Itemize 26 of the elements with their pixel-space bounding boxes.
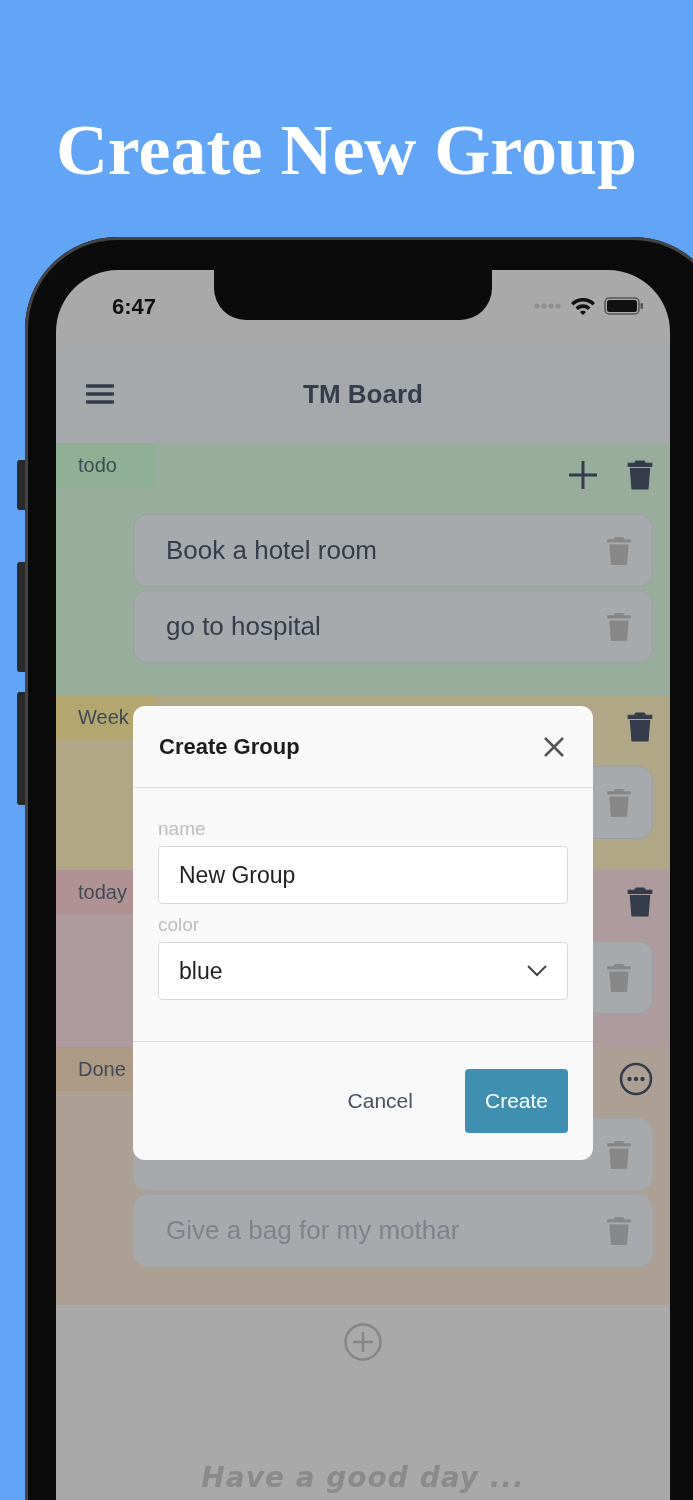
trash-icon[interactable] bbox=[627, 887, 653, 917]
task-card[interactable]: Book a hotel room bbox=[133, 514, 653, 587]
field-label: name bbox=[158, 818, 207, 841]
dialog-title: Create Group bbox=[159, 733, 300, 760]
status-time: 6:47 bbox=[112, 294, 157, 320]
trash-icon[interactable] bbox=[627, 460, 653, 490]
menu-icon[interactable] bbox=[86, 383, 114, 405]
cancel-button[interactable]: Cancel bbox=[327, 1069, 433, 1133]
chevron-down-icon bbox=[527, 965, 547, 977]
signal-icon bbox=[534, 303, 562, 309]
task-text: Book a hotel room bbox=[166, 535, 377, 566]
battery-icon bbox=[604, 297, 644, 315]
more-icon[interactable] bbox=[619, 1062, 653, 1096]
color-select[interactable]: blue bbox=[158, 942, 568, 1000]
create-button[interactable]: Create bbox=[464, 1069, 568, 1133]
task-text: go to hospital bbox=[166, 611, 321, 642]
close-icon[interactable] bbox=[543, 735, 565, 758]
app-title: TM Board bbox=[303, 378, 423, 410]
wifi-icon bbox=[570, 296, 596, 316]
field-label: color bbox=[158, 914, 201, 937]
trash-icon[interactable] bbox=[627, 712, 653, 742]
headline: Create New Group bbox=[54, 109, 639, 192]
name-input-field[interactable]: New Group bbox=[158, 846, 568, 904]
plus-icon[interactable] bbox=[567, 459, 599, 491]
group-label[interactable]: todo bbox=[56, 443, 156, 487]
task-card[interactable]: go to hospital bbox=[133, 590, 653, 663]
